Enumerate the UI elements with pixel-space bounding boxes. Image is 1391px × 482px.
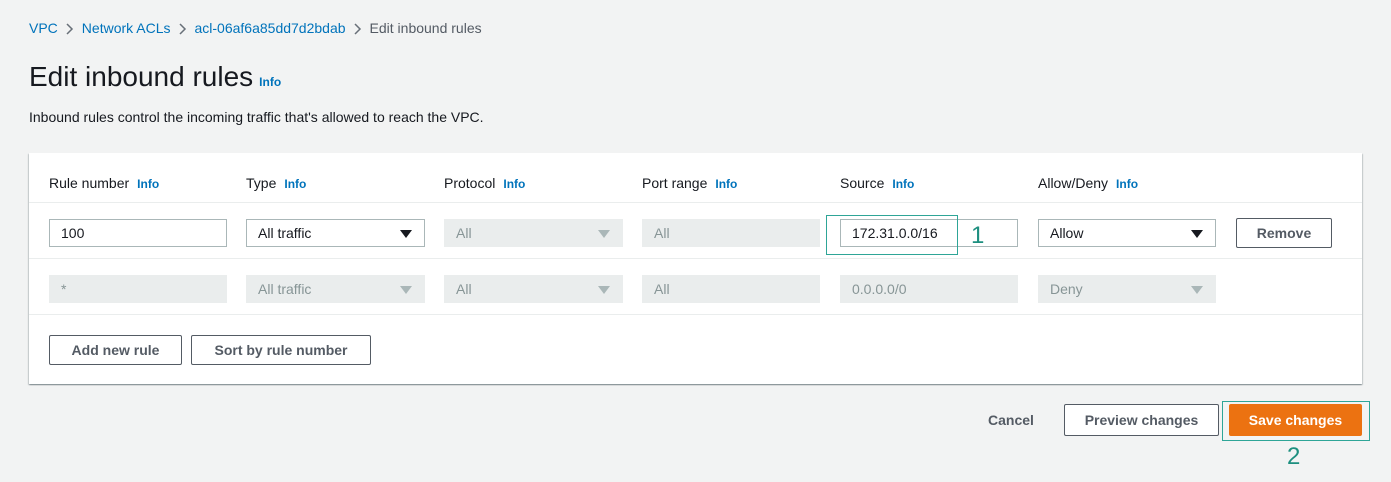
caret-down-icon bbox=[598, 286, 610, 294]
type-select: All traffic bbox=[246, 275, 425, 303]
preview-changes-button[interactable]: Preview changes bbox=[1064, 404, 1219, 436]
row-divider bbox=[29, 202, 1362, 203]
remove-rule-button[interactable]: Remove bbox=[1236, 218, 1332, 248]
breadcrumb-vpc-link[interactable]: VPC bbox=[29, 19, 58, 37]
caret-down-icon bbox=[400, 230, 412, 238]
rule-number-input[interactable]: 100 bbox=[49, 219, 227, 247]
chevron-right-icon bbox=[171, 19, 195, 37]
allow-deny-select-value: Allow bbox=[1050, 225, 1084, 241]
port-range-input: All bbox=[642, 275, 820, 303]
protocol-info-link[interactable]: Info bbox=[503, 177, 525, 191]
protocol-select: All bbox=[444, 275, 623, 303]
caret-down-icon bbox=[598, 230, 610, 238]
annotation-box-2 bbox=[1222, 401, 1370, 441]
type-select-value: All traffic bbox=[258, 281, 312, 297]
port-range-info-link[interactable]: Info bbox=[715, 177, 737, 191]
header-rule-number: Rule number Info bbox=[49, 175, 159, 191]
protocol-select: All bbox=[444, 219, 623, 247]
header-label: Protocol bbox=[444, 175, 496, 191]
breadcrumb-acl-id-link[interactable]: acl-06af6a85dd7d2bdab bbox=[195, 19, 346, 37]
breadcrumb-current: Edit inbound rules bbox=[369, 20, 482, 36]
header-label: Port range bbox=[642, 175, 708, 191]
row-divider bbox=[29, 258, 1362, 259]
header-label: Allow/Deny bbox=[1038, 175, 1109, 191]
page-title: Edit inbound rules bbox=[29, 61, 254, 92]
allow-deny-select[interactable]: Allow bbox=[1038, 219, 1216, 247]
annotation-number-2: 2 bbox=[1287, 443, 1301, 470]
annotation-box-1 bbox=[826, 215, 958, 255]
row-divider bbox=[29, 314, 1362, 315]
protocol-select-value: All bbox=[456, 225, 472, 241]
sort-by-rule-number-button[interactable]: Sort by rule number bbox=[191, 335, 371, 365]
chevron-right-icon bbox=[58, 19, 82, 37]
annotation-number-1: 1 bbox=[971, 222, 985, 249]
caret-down-icon bbox=[1191, 286, 1203, 294]
breadcrumb-network-acls-link[interactable]: Network ACLs bbox=[82, 19, 171, 37]
type-select[interactable]: All traffic bbox=[246, 219, 425, 247]
caret-down-icon bbox=[400, 286, 412, 294]
source-input: 0.0.0.0/0 bbox=[840, 275, 1018, 303]
add-new-rule-button[interactable]: Add new rule bbox=[49, 335, 182, 365]
cancel-button[interactable]: Cancel bbox=[988, 412, 1034, 428]
header-type: Type Info bbox=[246, 175, 306, 191]
rule-number-info-link[interactable]: Info bbox=[137, 177, 159, 191]
page-description: Inbound rules control the incoming traff… bbox=[29, 109, 484, 125]
breadcrumb: VPC Network ACLs acl-06af6a85dd7d2bdab E… bbox=[29, 19, 482, 37]
allow-deny-info-link[interactable]: Info bbox=[1116, 177, 1138, 191]
allow-deny-select-value: Deny bbox=[1050, 281, 1083, 297]
header-label: Source bbox=[840, 175, 885, 191]
chevron-right-icon bbox=[346, 19, 370, 37]
title-info-link[interactable]: Info bbox=[259, 75, 281, 89]
header-label: Type bbox=[246, 175, 277, 191]
caret-down-icon bbox=[1191, 230, 1203, 238]
page-title-container: Edit inbound rules Info bbox=[29, 60, 281, 99]
header-port-range: Port range Info bbox=[642, 175, 737, 191]
source-info-link[interactable]: Info bbox=[892, 177, 914, 191]
rules-panel: Rule number Info Type Info Protocol Info Po… bbox=[29, 153, 1362, 384]
header-allow-deny: Allow/Deny Info bbox=[1038, 175, 1138, 191]
header-label: Rule number bbox=[49, 175, 130, 191]
header-source: Source Info bbox=[840, 175, 914, 191]
type-info-link[interactable]: Info bbox=[284, 177, 306, 191]
header-protocol: Protocol Info bbox=[444, 175, 525, 191]
protocol-select-value: All bbox=[456, 281, 472, 297]
rule-number-input: * bbox=[49, 275, 227, 303]
port-range-input: All bbox=[642, 219, 820, 247]
allow-deny-select: Deny bbox=[1038, 275, 1216, 303]
type-select-value: All traffic bbox=[258, 225, 312, 241]
